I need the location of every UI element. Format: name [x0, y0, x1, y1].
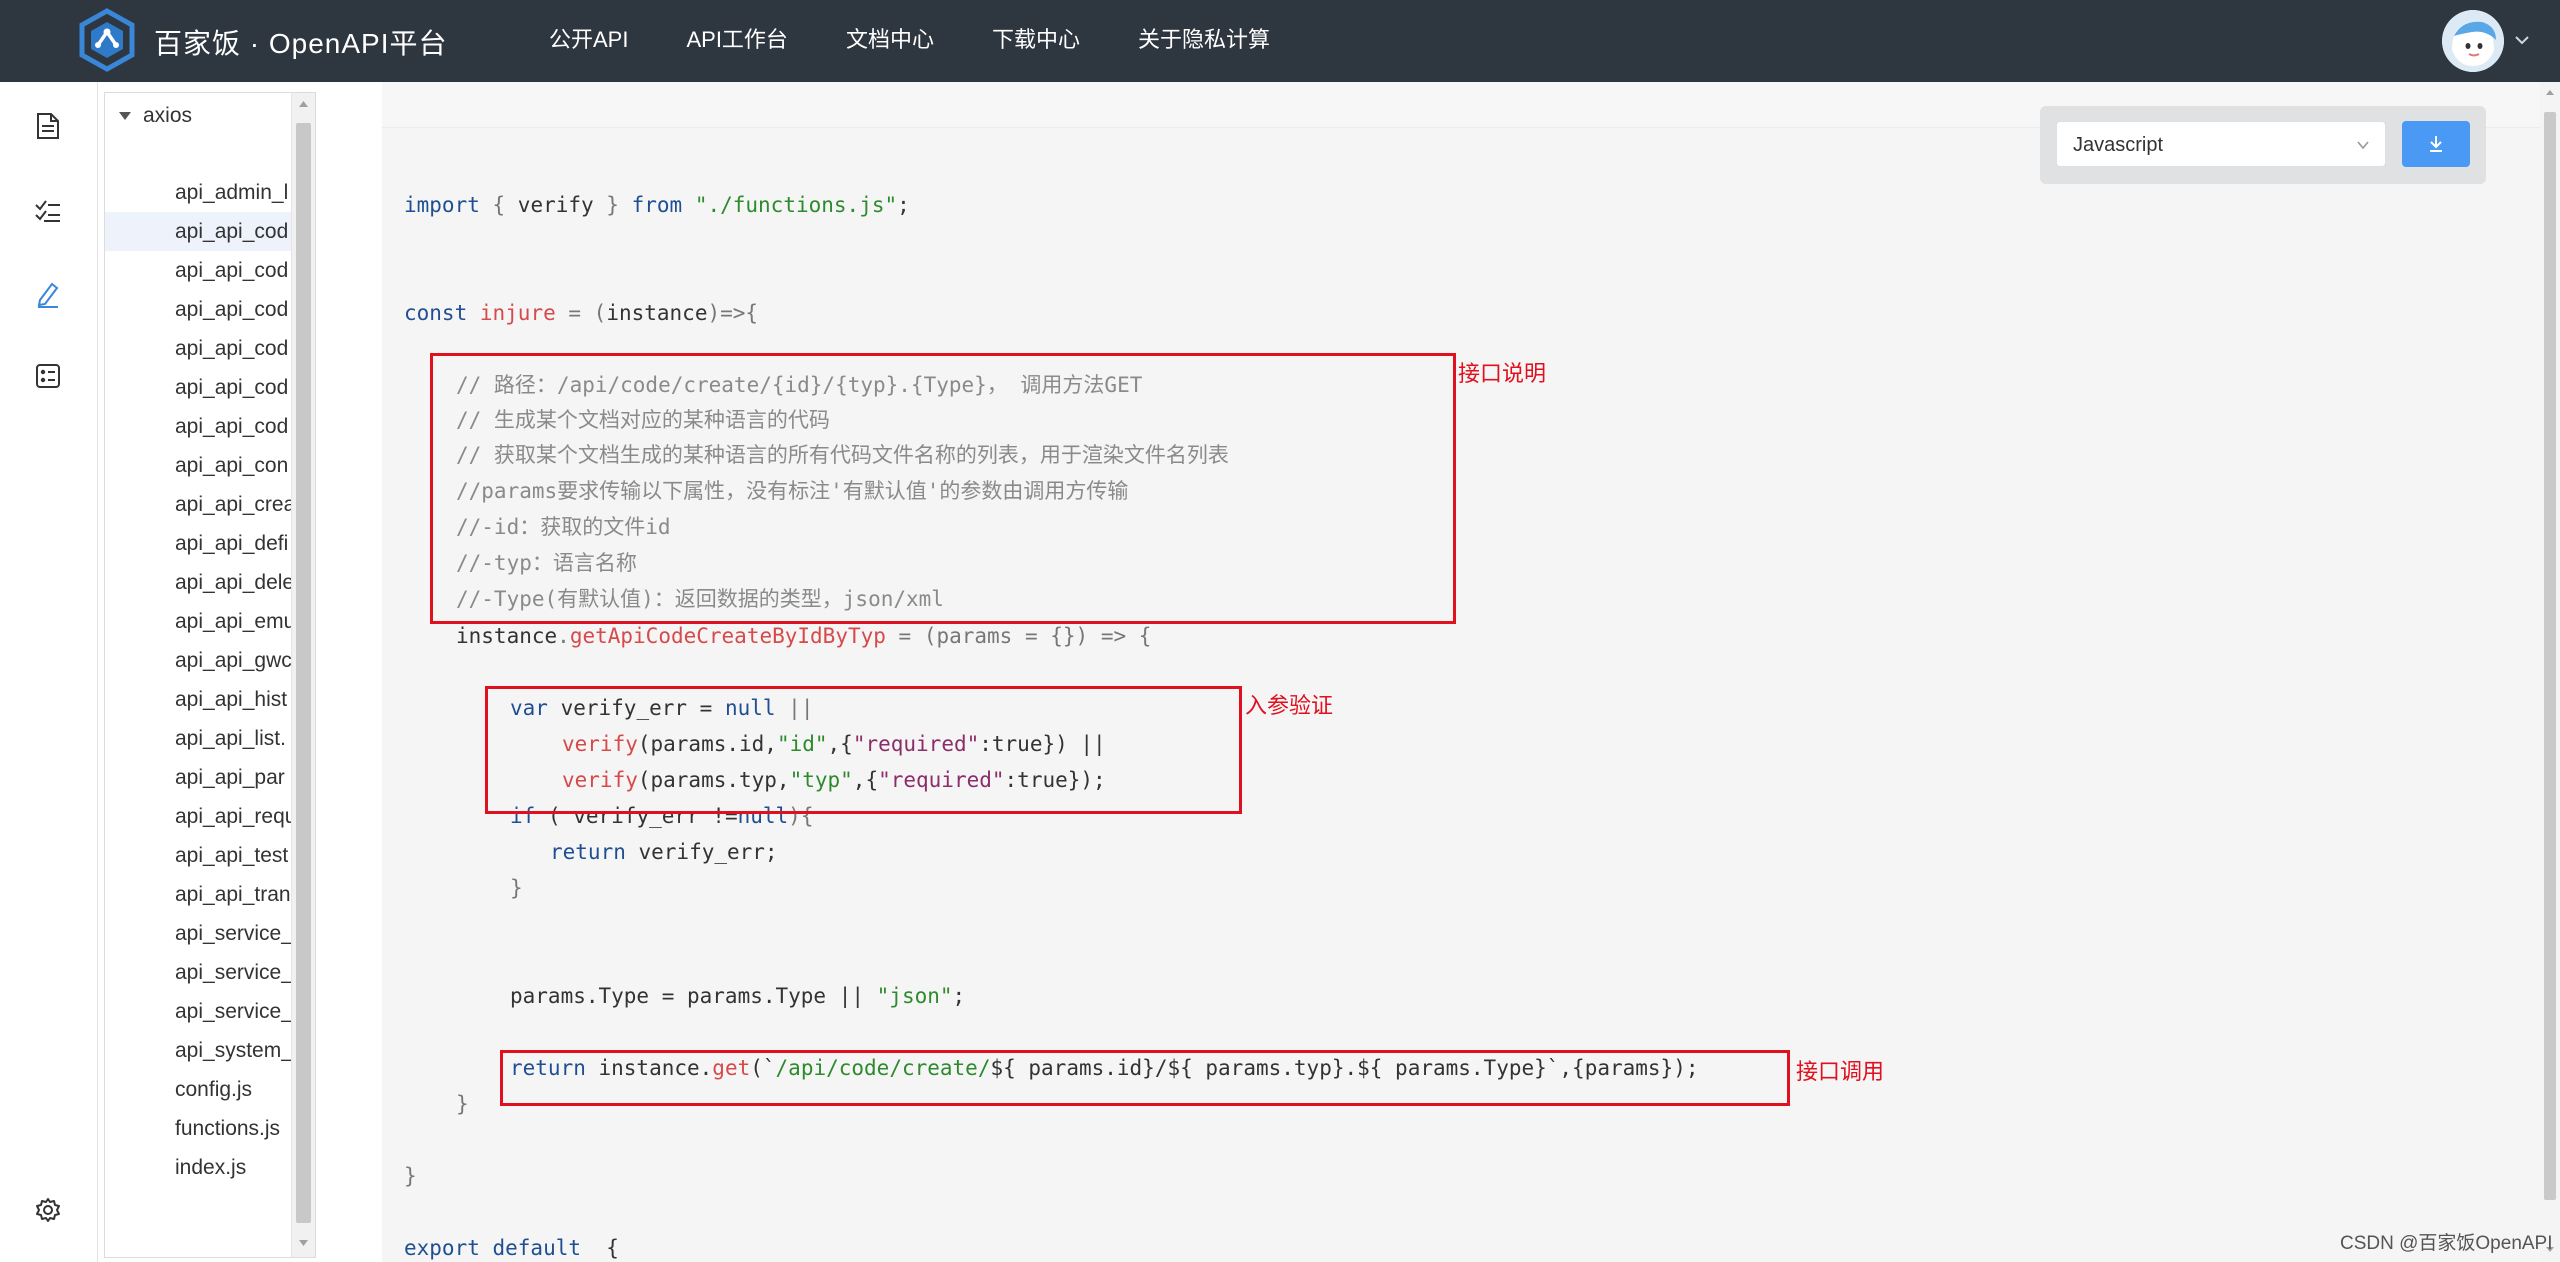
main-nav: 公开API API工作台 文档中心 下载中心 关于隐私计算: [520, 0, 1299, 82]
tree-file-item[interactable]: api_api_list.: [105, 719, 291, 758]
tree-file-item[interactable]: api_api_cod: [105, 251, 291, 290]
tree-file-item[interactable]: api_api_cod: [105, 368, 291, 407]
csdn-watermark: CSDN @百家饭OpenAPI: [2340, 1233, 2553, 1254]
scroll-up-arrow-icon[interactable]: [296, 97, 311, 112]
annotation-label-doc: 接口说明: [1458, 361, 1547, 386]
side-icon-rail: [0, 82, 98, 1262]
chevron-down-icon[interactable]: [2512, 30, 2532, 50]
annotation-box-doc: [430, 353, 1456, 624]
tree-file-item[interactable]: api_api_cod: [105, 212, 291, 251]
rail-checklist-button[interactable]: [30, 192, 66, 228]
tree-file-item[interactable]: functions.js: [105, 1109, 291, 1148]
language-select[interactable]: Javascript: [2056, 121, 2386, 167]
annotation-box-verify: [485, 686, 1242, 814]
tree-file-item[interactable]: api_system_: [105, 1031, 291, 1070]
tree-folder-axios[interactable]: axios: [105, 97, 291, 135]
code-line-brace: }: [510, 876, 523, 900]
code-line-method: instance.getApiCodeCreateByIdByTyp = (pa…: [456, 624, 1152, 648]
code-line-brace: }: [404, 1164, 417, 1188]
caret-down-icon[interactable]: [117, 108, 133, 124]
tree-file-item[interactable]: api_service_: [105, 992, 291, 1031]
code-line-params-type: params.Type = params.Type || "json";: [510, 984, 966, 1008]
tree-file-item[interactable]: config.js: [105, 1070, 291, 1109]
nav-api-workbench[interactable]: API工作台: [657, 0, 816, 82]
rail-settings-button[interactable]: [30, 1192, 66, 1228]
tree-file-item[interactable]: api_api_requ: [105, 797, 291, 836]
nav-about-privacy-computing[interactable]: 关于隐私计算: [1109, 0, 1299, 82]
tree-file-item[interactable]: api_api_tran: [105, 875, 291, 914]
annotation-box-call: [500, 1050, 1790, 1106]
scroll-down-arrow-icon[interactable]: [296, 1235, 311, 1250]
code-line-return-err: return verify_err;: [550, 840, 778, 864]
tree-file-item[interactable]: api_api_gwc: [105, 641, 291, 680]
rail-edit-button[interactable]: [30, 276, 66, 312]
checklist-icon: [35, 200, 60, 222]
nav-docs-center[interactable]: 文档中心: [817, 0, 963, 82]
openapi-logo-icon[interactable]: [78, 8, 136, 72]
file-tree: axios api_admin_l api_api_cod api_api_cod a…: [104, 92, 316, 1258]
rail-cards-button[interactable]: [30, 358, 66, 394]
chevron-down-icon: [2357, 141, 2369, 150]
page-scroll-thumb[interactable]: [2544, 112, 2556, 1200]
tree-file-item[interactable]: api_admin_l: [105, 173, 291, 212]
edit-pen-icon: [37, 282, 59, 308]
code-line-import: import { verify } from "./functions.js";: [404, 193, 910, 217]
tree-file-item[interactable]: api_api_par: [105, 758, 291, 797]
download-button[interactable]: [2402, 121, 2470, 167]
scroll-up-arrow-icon[interactable]: [2543, 86, 2557, 100]
tree-file-item[interactable]: index.js: [105, 1148, 291, 1187]
tree-file-item[interactable]: api_api_test: [105, 836, 291, 875]
tree-file-item[interactable]: api_api_cod: [105, 329, 291, 368]
avatar-character-icon: [2442, 10, 2504, 72]
tree-file-item[interactable]: api_api_dele: [105, 563, 291, 602]
tree-file-item[interactable]: api_api_emu: [105, 602, 291, 641]
tree-file-item[interactable]: api_api_crea: [105, 485, 291, 524]
nav-public-api[interactable]: 公开API: [520, 0, 657, 82]
tree-file-item[interactable]: api_service_: [105, 914, 291, 953]
code-line-brace: }: [456, 1092, 469, 1116]
code-line-const: const injure = (instance)=>{: [404, 301, 759, 325]
annotation-label-call: 接口调用: [1796, 1059, 1885, 1084]
file-tree-list: axios api_admin_l api_api_cod api_api_cod a…: [105, 93, 291, 1257]
tree-file-item[interactable]: api_api_cod: [105, 290, 291, 329]
language-select-value: Javascript: [2073, 134, 2164, 156]
card-list-icon: [36, 364, 60, 388]
file-tree-scroll-thumb[interactable]: [296, 123, 311, 1223]
user-avatar[interactable]: [2442, 10, 2504, 72]
tree-file-item[interactable]: api_service_: [105, 953, 291, 992]
annotation-label-verify: 入参验证: [1245, 693, 1334, 718]
code-line-export: export default {: [404, 1236, 619, 1260]
tree-file-item[interactable]: api_api_defi: [105, 524, 291, 563]
panel-gutter: [320, 82, 382, 1262]
tree-file-item[interactable]: api_api_con: [105, 446, 291, 485]
download-icon: [2430, 136, 2442, 152]
tree-folder-label: axios: [143, 104, 193, 127]
settings-gear-icon: [36, 1198, 60, 1222]
nav-download-center[interactable]: 下载中心: [963, 0, 1109, 82]
top-navigation-bar: 百家饭 · OpenAPI平台 公开API API工作台 文档中心 下载中心 关…: [0, 0, 2560, 82]
file-tree-scrollbar[interactable]: [291, 93, 315, 1257]
document-icon: [37, 113, 59, 139]
page-scrollbar[interactable]: [2540, 82, 2560, 1262]
rail-documents-button[interactable]: [30, 108, 66, 144]
tree-file-item[interactable]: api_api_cod: [105, 407, 291, 446]
code-toolbar: Javascript: [2040, 106, 2486, 184]
brand-title[interactable]: 百家饭 · OpenAPI平台: [154, 22, 448, 62]
tree-file-item[interactable]: api_api_hist: [105, 680, 291, 719]
